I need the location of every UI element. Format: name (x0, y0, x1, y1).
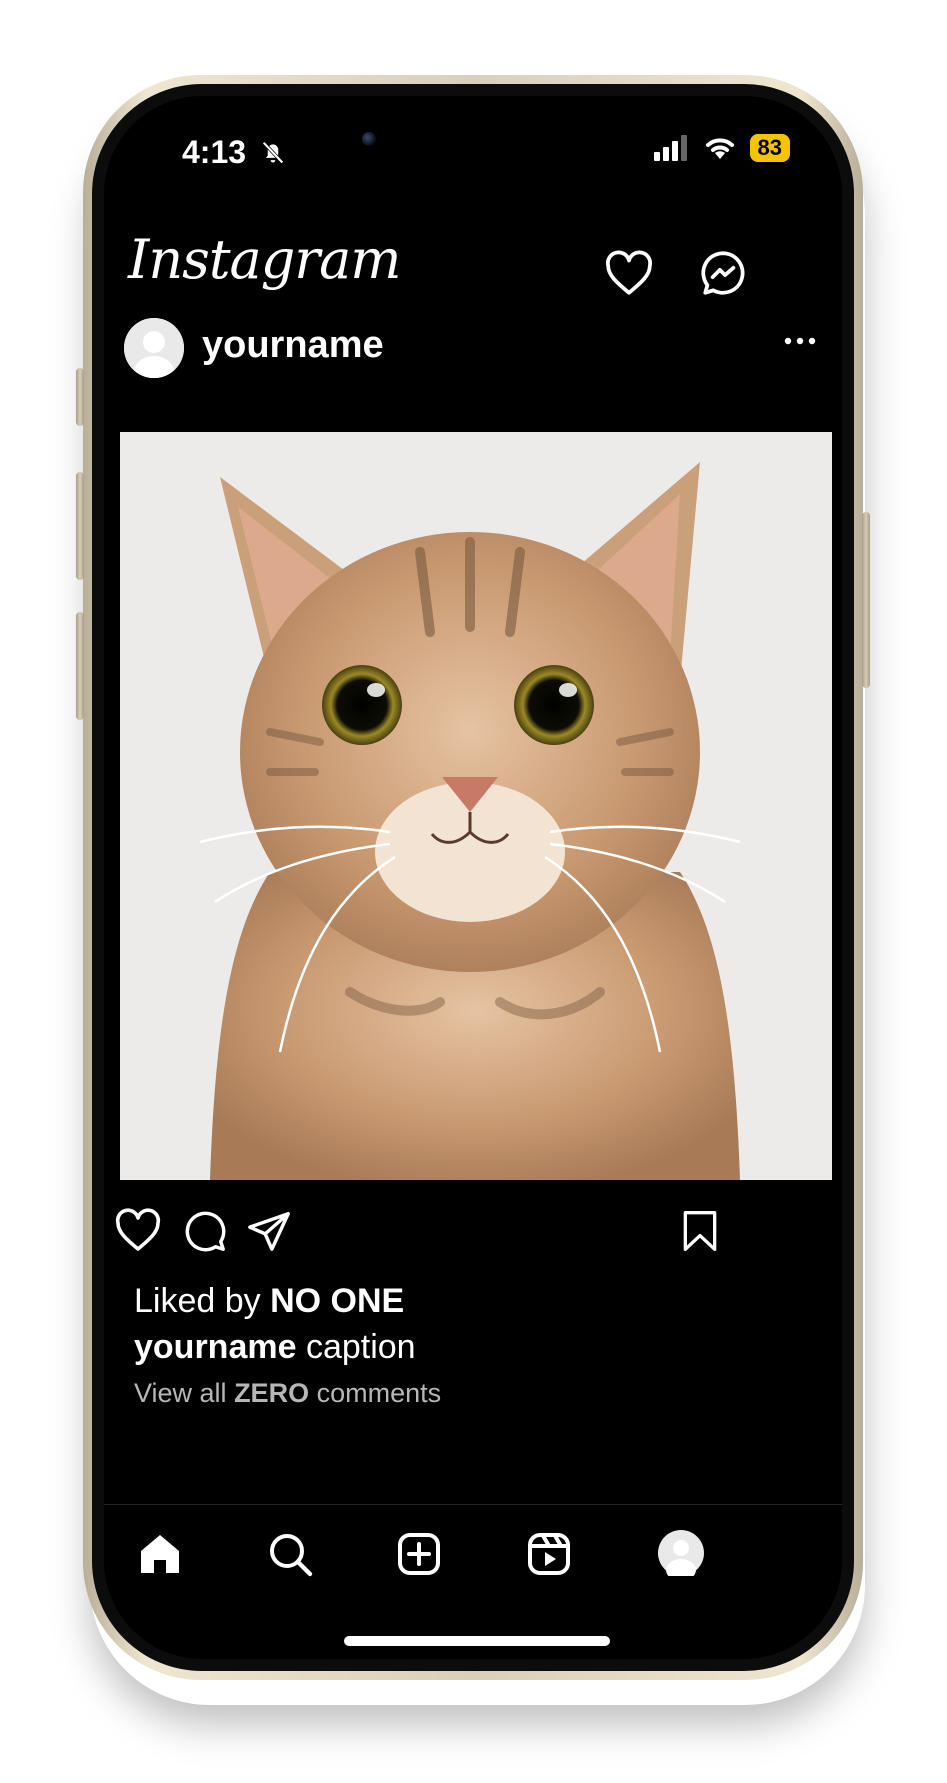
heart-icon[interactable] (604, 250, 654, 296)
caption-line: yourname caption (134, 1328, 416, 1367)
avatar[interactable] (124, 318, 184, 378)
share-icon[interactable] (246, 1208, 292, 1254)
instagram-logo[interactable]: Instagram (128, 228, 401, 291)
comments-count: ZERO (234, 1378, 310, 1408)
post-header: yourname (104, 310, 842, 390)
phone-screen: 4:13 83 Instagram yourname Liked by NO O… (104, 96, 842, 1659)
tabbar-divider (104, 1504, 842, 1505)
battery-icon: 83 (749, 134, 790, 162)
comment-icon[interactable] (182, 1208, 228, 1254)
default-avatar-icon (124, 318, 184, 378)
caption-text: caption (296, 1328, 416, 1366)
likes-prefix: Liked by (134, 1282, 271, 1320)
more-options-icon[interactable] (784, 336, 816, 346)
messenger-icon[interactable] (698, 248, 748, 298)
power-button (862, 512, 870, 688)
status-indicators: 83 (653, 134, 790, 162)
cellular-signal-icon (653, 135, 687, 161)
bookmark-icon[interactable] (678, 1208, 722, 1254)
bell-slash-icon (262, 141, 284, 164)
comments-prefix: View all (134, 1378, 235, 1408)
post-image[interactable] (120, 432, 832, 1180)
volume-up-button (76, 472, 84, 580)
create-icon[interactable] (395, 1530, 443, 1578)
caption-username[interactable]: yourname (134, 1328, 297, 1366)
bottom-tabbar (104, 1530, 842, 1600)
profile-avatar[interactable] (658, 1530, 704, 1576)
view-comments-link[interactable]: View all ZERO comments (134, 1378, 441, 1409)
home-icon[interactable] (136, 1530, 184, 1578)
liked-by[interactable]: NO ONE (270, 1282, 404, 1320)
search-icon[interactable] (266, 1530, 314, 1578)
volume-down-button (76, 612, 84, 720)
silent-switch (76, 368, 84, 426)
wifi-icon (705, 138, 734, 159)
front-camera (362, 132, 376, 146)
post-actions (104, 1208, 842, 1268)
app-header: Instagram (104, 228, 842, 308)
status-time: 4:13 (182, 134, 247, 170)
battery-level: 83 (757, 135, 782, 160)
home-indicator[interactable] (344, 1636, 610, 1646)
like-heart-icon[interactable] (114, 1208, 162, 1252)
cat-photo (120, 432, 832, 1180)
post-username[interactable]: yourname (202, 324, 384, 367)
likes-line: Liked by NO ONE (134, 1282, 404, 1321)
reels-icon[interactable] (525, 1530, 573, 1578)
comments-suffix: comments (309, 1378, 442, 1408)
status-bar: 4:13 (182, 134, 287, 171)
